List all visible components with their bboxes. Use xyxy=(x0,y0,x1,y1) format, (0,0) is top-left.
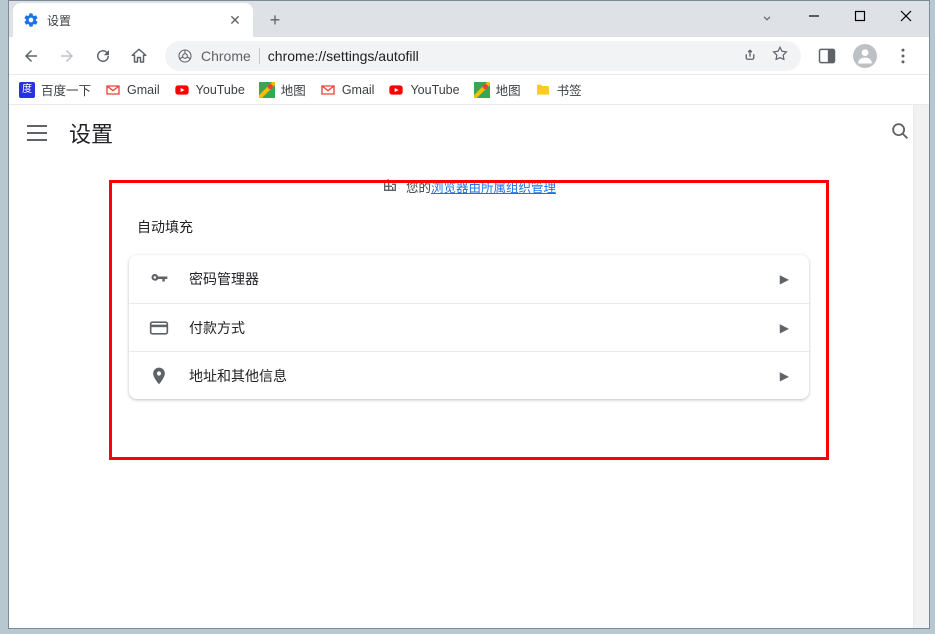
reload-button[interactable] xyxy=(87,40,119,72)
maps-icon xyxy=(474,82,490,98)
tab-title: 设置 xyxy=(47,12,71,29)
row-password-manager[interactable]: 密码管理器 ▶ xyxy=(129,255,809,303)
location-pin-icon xyxy=(149,366,169,386)
url-separator xyxy=(259,48,260,64)
section-title: 自动填充 xyxy=(129,211,809,255)
browser-tab[interactable]: 设置 ✕ xyxy=(13,3,253,37)
side-panel-button[interactable] xyxy=(811,40,843,72)
toolbar: Chrome chrome://settings/autofill xyxy=(9,37,929,75)
profile-button[interactable] xyxy=(849,40,881,72)
bookmark-label: YouTube xyxy=(410,83,459,97)
share-icon[interactable] xyxy=(741,45,759,66)
row-payment-methods[interactable]: 付款方式 ▶ xyxy=(129,303,809,351)
managed-link[interactable]: 浏览器由所属组织管理 xyxy=(431,181,556,195)
key-icon xyxy=(149,269,169,289)
youtube-icon xyxy=(174,82,190,98)
chevron-right-icon: ▶ xyxy=(780,369,789,383)
menu-button[interactable] xyxy=(887,40,919,72)
row-addresses[interactable]: 地址和其他信息 ▶ xyxy=(129,351,809,399)
baidu-icon: 度 xyxy=(19,82,35,98)
gear-icon xyxy=(23,12,39,28)
gmail-icon xyxy=(320,82,336,98)
bookmark-maps[interactable]: 地图 xyxy=(259,80,306,99)
settings-header: 设置 xyxy=(9,105,929,161)
folder-icon xyxy=(535,82,551,98)
autofill-section: 自动填充 密码管理器 ▶ 付款方式 ▶ xyxy=(129,211,809,399)
business-icon xyxy=(382,177,398,196)
bookmark-label: 地图 xyxy=(281,80,306,99)
bookmark-label: YouTube xyxy=(196,83,245,97)
forward-button[interactable] xyxy=(51,40,83,72)
settings-card: 密码管理器 ▶ 付款方式 ▶ 地址和其他信息 ▶ xyxy=(129,255,809,399)
bookmark-youtube-2[interactable]: YouTube xyxy=(388,82,459,98)
chevron-right-icon: ▶ xyxy=(780,272,789,286)
bookmark-label: Gmail xyxy=(342,83,375,97)
search-button[interactable] xyxy=(889,120,911,147)
bookmark-label: 地图 xyxy=(496,80,521,99)
maximize-button[interactable] xyxy=(837,1,883,31)
credit-card-icon xyxy=(149,318,169,338)
window-controls xyxy=(791,1,929,31)
chrome-icon xyxy=(177,48,193,64)
bookmark-maps-2[interactable]: 地图 xyxy=(474,80,521,99)
new-tab-button[interactable]: + xyxy=(261,6,289,34)
row-label: 付款方式 xyxy=(189,318,245,338)
minimize-button[interactable] xyxy=(791,1,837,31)
page-title: 设置 xyxy=(69,117,113,149)
bookmark-label: 百度一下 xyxy=(41,80,91,99)
scrollbar[interactable] xyxy=(913,105,929,628)
address-bar[interactable]: Chrome chrome://settings/autofill xyxy=(165,41,801,71)
back-button[interactable] xyxy=(15,40,47,72)
hamburger-menu-button[interactable] xyxy=(27,123,47,143)
browser-window: 设置 ✕ + Chrome chrome://settings/autofill xyxy=(8,0,930,629)
page-content: 设置 您的浏览器由所属组织管理 自动填充 密码管理器 ▶ xyxy=(9,105,929,628)
bookmark-baidu[interactable]: 度 百度一下 xyxy=(19,80,91,99)
avatar-icon xyxy=(853,44,877,68)
row-label: 地址和其他信息 xyxy=(189,366,287,386)
bookmark-label: 书签 xyxy=(557,80,582,99)
home-button[interactable] xyxy=(123,40,155,72)
close-tab-button[interactable]: ✕ xyxy=(227,12,243,28)
managed-prefix: 您的 xyxy=(406,181,431,195)
close-window-button[interactable] xyxy=(883,1,929,31)
bookmark-star-icon[interactable] xyxy=(771,45,789,66)
maps-icon xyxy=(259,82,275,98)
tab-list-button[interactable] xyxy=(760,11,774,28)
managed-notice: 您的浏览器由所属组织管理 xyxy=(9,177,929,196)
bookmark-gmail-2[interactable]: Gmail xyxy=(320,82,375,98)
bookmark-folder[interactable]: 书签 xyxy=(535,80,582,99)
bookmarks-bar: 度 百度一下 Gmail YouTube 地图 Gmail xyxy=(9,75,929,105)
url-text: chrome://settings/autofill xyxy=(268,48,419,64)
chevron-right-icon: ▶ xyxy=(780,321,789,335)
gmail-icon xyxy=(105,82,121,98)
url-scheme: Chrome xyxy=(201,48,251,64)
bookmark-label: Gmail xyxy=(127,83,160,97)
bookmark-youtube[interactable]: YouTube xyxy=(174,82,245,98)
bookmark-gmail[interactable]: Gmail xyxy=(105,82,160,98)
row-label: 密码管理器 xyxy=(189,269,259,289)
youtube-icon xyxy=(388,82,404,98)
